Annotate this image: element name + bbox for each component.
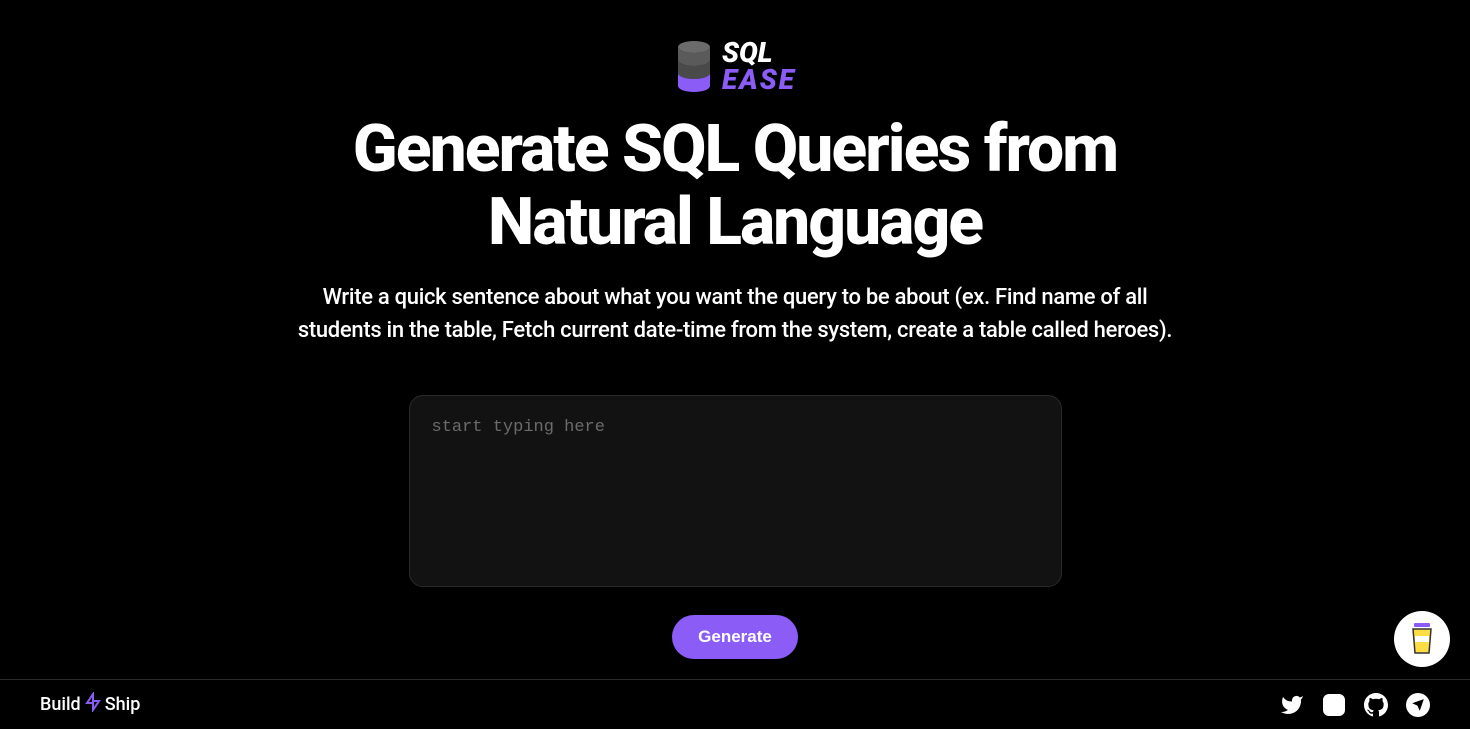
twitter-icon[interactable] <box>1280 693 1304 717</box>
main-content: SQL EASE Generate SQL Queries from Natur… <box>0 0 1470 679</box>
logo-text: SQL EASE <box>722 40 796 93</box>
database-icon <box>674 40 714 94</box>
github-icon[interactable] <box>1364 693 1388 717</box>
footer-brand[interactable]: Build Ship <box>40 692 140 717</box>
bolt-icon <box>84 692 102 717</box>
logo-text-bottom: EASE <box>722 67 796 94</box>
query-input[interactable] <box>409 395 1062 587</box>
brand-prefix: Build <box>40 694 81 715</box>
social-icons <box>1280 693 1430 717</box>
telegram-icon[interactable] <box>1406 693 1430 717</box>
brand-suffix: Ship <box>105 694 141 715</box>
logo: SQL EASE <box>674 40 796 94</box>
page-headline: Generate SQL Queries from Natural Langua… <box>285 114 1185 259</box>
footer: Build Ship <box>0 679 1470 729</box>
buy-coffee-button[interactable] <box>1394 611 1450 667</box>
generate-button[interactable]: Generate <box>672 615 798 659</box>
page-subtitle: Write a quick sentence about what you wa… <box>285 281 1185 347</box>
instagram-icon[interactable] <box>1322 693 1346 717</box>
coffee-cup-icon <box>1408 621 1436 657</box>
